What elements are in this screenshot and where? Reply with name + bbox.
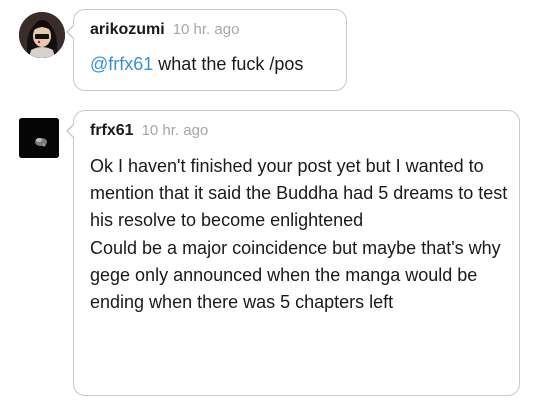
avatar-arikozumi[interactable] (19, 12, 65, 58)
comment-paragraph: Could be a major coincidence but maybe t… (90, 237, 501, 313)
comment-bubble: frfx61 10 hr. ago Ok I haven't finished … (66, 110, 520, 396)
comment-body: Ok I haven't finished your post yet but … (90, 153, 508, 316)
comment-header: frfx61 10 hr. ago (90, 122, 208, 140)
username-link[interactable]: arikozumi (90, 21, 165, 39)
comment-text: what the fuck /pos (153, 54, 304, 74)
comment-arikozumi: arikozumi 10 hr. ago @frfx61 what the fu… (0, 0, 540, 100)
avatar-frfx61[interactable] (19, 118, 59, 158)
comment-header: arikozumi 10 hr. ago (90, 21, 239, 39)
comment-paragraph: Ok I haven't finished your post yet but … (90, 156, 508, 231)
timestamp: 10 hr. ago (172, 21, 240, 38)
comment-frfx61: frfx61 10 hr. ago Ok I haven't finished … (0, 100, 540, 406)
timestamp: 10 hr. ago (141, 122, 209, 139)
mention-link[interactable]: @frfx61 (90, 54, 153, 74)
comment-body: @frfx61 what the fuck /pos (90, 52, 303, 76)
avatar-image (19, 12, 65, 58)
username-link[interactable]: frfx61 (90, 122, 134, 140)
avatar-image (19, 118, 59, 158)
comment-bubble: arikozumi 10 hr. ago @frfx61 what the fu… (66, 9, 347, 91)
